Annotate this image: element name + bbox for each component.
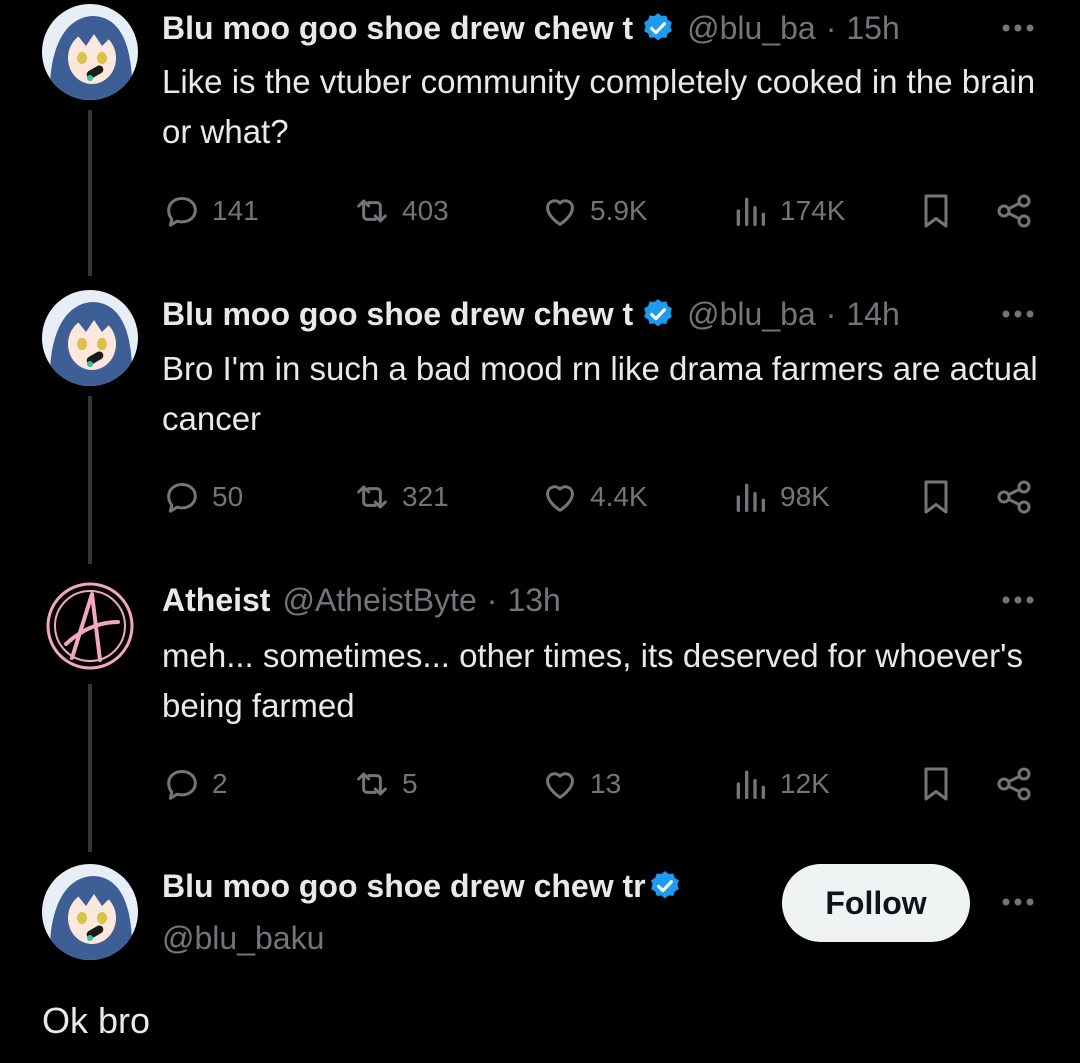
like-button[interactable]: 13 bbox=[540, 759, 621, 809]
like-count: 5.9K bbox=[590, 195, 648, 226]
author-name[interactable]: Blu moo goo shoe drew chew t bbox=[162, 10, 633, 47]
follow-button[interactable]: Follow bbox=[782, 864, 970, 942]
views-count: 98K bbox=[780, 481, 830, 512]
share-icon bbox=[997, 480, 1031, 514]
views-icon bbox=[736, 770, 765, 799]
anime-avatar-image bbox=[42, 290, 138, 386]
repost-count: 5 bbox=[402, 768, 418, 799]
thread-connector bbox=[88, 110, 92, 276]
avatar[interactable] bbox=[42, 290, 138, 386]
share-button[interactable] bbox=[994, 186, 1034, 236]
reply-count: 141 bbox=[212, 195, 259, 226]
reply-icon bbox=[167, 770, 197, 800]
separator-dot: · bbox=[825, 9, 837, 46]
views-button[interactable]: 98K bbox=[730, 472, 830, 522]
reply-button[interactable]: 50 bbox=[162, 472, 243, 522]
profile-handle[interactable]: @blu_baku bbox=[162, 914, 324, 962]
repost-count: 321 bbox=[402, 481, 449, 512]
anarchist-a-icon bbox=[42, 578, 138, 674]
timestamp[interactable]: 14h bbox=[846, 296, 899, 333]
views-icon bbox=[736, 197, 765, 226]
bookmark-button[interactable] bbox=[916, 759, 956, 809]
like-button[interactable]: 5.9K bbox=[540, 186, 648, 236]
repost-count: 403 bbox=[402, 195, 449, 226]
more-icon[interactable] bbox=[996, 578, 1040, 622]
tweet-header: Atheist @AtheistByte · 13h bbox=[162, 576, 1040, 624]
views-icon bbox=[736, 483, 765, 512]
profile-name-row: Blu moo goo shoe drew chew tr bbox=[162, 862, 750, 910]
thread-view: Blu moo goo shoe drew chew t @blu_ba · 1… bbox=[0, 0, 1080, 1063]
verified-badge-icon bbox=[641, 297, 675, 331]
more-icon[interactable] bbox=[996, 880, 1040, 924]
views-button[interactable]: 174K bbox=[730, 186, 845, 236]
bookmark-icon bbox=[924, 480, 948, 514]
thread-connector bbox=[88, 684, 92, 852]
avatar[interactable] bbox=[42, 578, 138, 674]
more-icon[interactable] bbox=[996, 292, 1040, 336]
separator-dot: · bbox=[486, 581, 498, 618]
profile-name[interactable]: Blu moo goo shoe drew chew tr bbox=[162, 868, 646, 905]
avatar[interactable] bbox=[42, 864, 138, 960]
more-icon[interactable] bbox=[996, 6, 1040, 50]
share-button[interactable] bbox=[994, 472, 1034, 522]
views-count: 12K bbox=[780, 768, 830, 799]
tweet-text: meh... sometimes... other times, its des… bbox=[162, 637, 1023, 724]
anime-avatar-image bbox=[42, 864, 138, 960]
author-handle[interactable]: @blu_ba bbox=[687, 296, 816, 333]
author-name[interactable]: Blu moo goo shoe drew chew t bbox=[162, 296, 633, 333]
like-icon bbox=[546, 199, 574, 226]
bookmark-button[interactable] bbox=[916, 186, 956, 236]
author-name[interactable]: Atheist bbox=[162, 582, 270, 619]
repost-button[interactable]: 403 bbox=[352, 186, 449, 236]
views-count: 174K bbox=[780, 195, 846, 226]
reply-count: 2 bbox=[212, 768, 228, 799]
action-bar: 50 321 4.4K 98K bbox=[162, 472, 1042, 522]
tweet-header: Blu moo goo shoe drew chew t @blu_ba · 1… bbox=[162, 4, 1040, 52]
action-bar: 2 5 13 12K bbox=[162, 759, 1042, 809]
timestamp[interactable]: 15h bbox=[846, 10, 899, 47]
reply-button[interactable]: 2 bbox=[162, 759, 228, 809]
tweet-text: Like is the vtuber community completely … bbox=[162, 63, 1036, 150]
share-icon bbox=[997, 194, 1031, 228]
reply-icon bbox=[167, 197, 197, 227]
like-button[interactable]: 4.4K bbox=[540, 472, 648, 522]
bookmark-icon bbox=[924, 194, 948, 228]
share-button[interactable] bbox=[994, 759, 1034, 809]
author-handle[interactable]: @blu_ba bbox=[687, 10, 816, 47]
author-handle[interactable]: @AtheistByte bbox=[282, 582, 476, 619]
repost-button[interactable]: 5 bbox=[352, 759, 418, 809]
bookmark-icon bbox=[924, 767, 948, 801]
share-icon bbox=[997, 767, 1031, 801]
like-icon bbox=[546, 772, 574, 799]
anime-avatar-image bbox=[42, 4, 138, 100]
views-button[interactable]: 12K bbox=[730, 759, 830, 809]
tweet-header: Blu moo goo shoe drew chew t @blu_ba · 1… bbox=[162, 290, 1040, 338]
reply-count: 50 bbox=[212, 481, 244, 512]
repost-icon bbox=[357, 772, 387, 796]
caption-text: Ok bro bbox=[42, 1000, 151, 1041]
bookmark-button[interactable] bbox=[916, 472, 956, 522]
reply-icon bbox=[167, 483, 197, 513]
avatar[interactable] bbox=[42, 4, 138, 100]
repost-button[interactable]: 321 bbox=[352, 472, 449, 522]
separator-dot: · bbox=[825, 295, 837, 332]
verified-badge-icon bbox=[648, 869, 682, 903]
thread-connector bbox=[88, 396, 92, 564]
reply-button[interactable]: 141 bbox=[162, 186, 259, 236]
repost-icon bbox=[357, 199, 387, 223]
action-bar: 141 403 5.9K 174K bbox=[162, 186, 1042, 236]
verified-badge-icon bbox=[641, 11, 675, 45]
like-count: 4.4K bbox=[590, 481, 648, 512]
repost-icon bbox=[357, 485, 387, 509]
tweet-text: Bro I'm in such a bad mood rn like drama… bbox=[162, 350, 1038, 437]
like-icon bbox=[546, 485, 574, 512]
timestamp[interactable]: 13h bbox=[507, 582, 560, 619]
like-count: 13 bbox=[590, 768, 622, 799]
